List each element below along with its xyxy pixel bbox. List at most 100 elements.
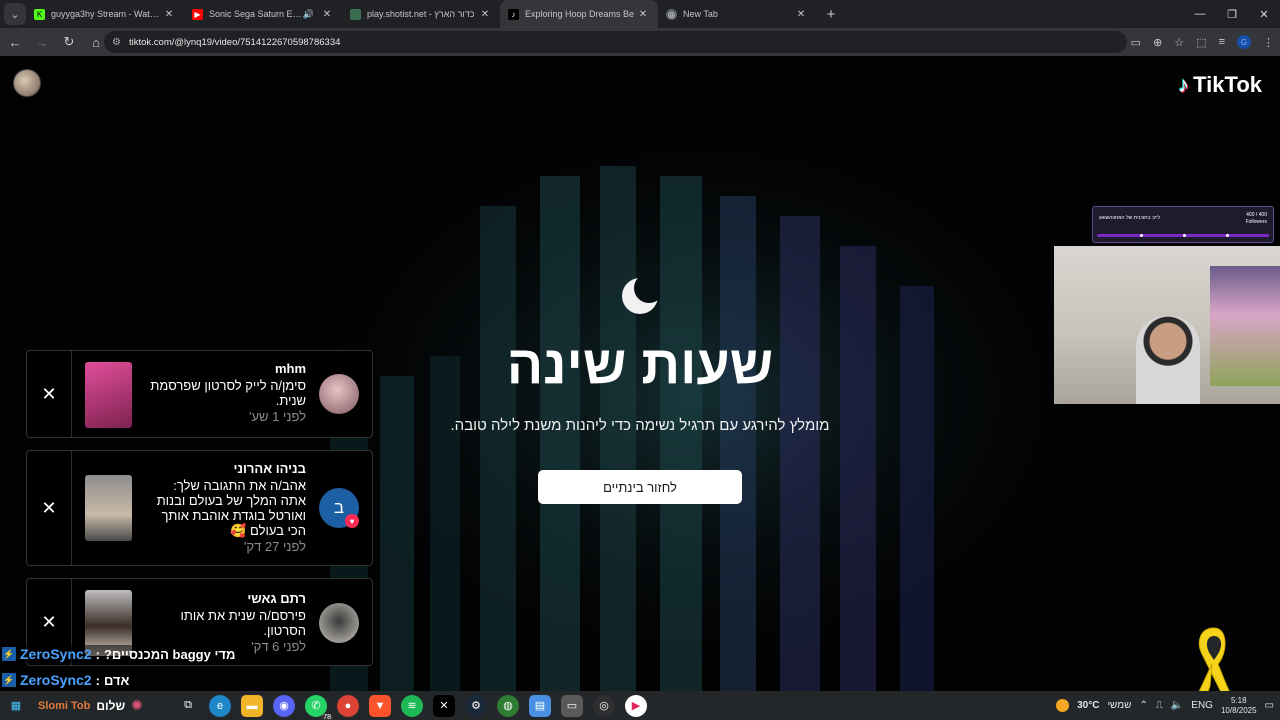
close-tab-icon[interactable]: ✕ [320, 9, 334, 20]
heart-icon: ♥ [345, 514, 359, 528]
notification-avatar[interactable] [319, 374, 359, 414]
address-bar[interactable]: ⚙ tiktok.com/@lynq19/video/7514122670598… [104, 31, 1127, 53]
tiktok-logo[interactable]: ♪ TikTok [1178, 72, 1262, 98]
media-player-icon[interactable]: ▶ [625, 694, 647, 717]
task-view-icon[interactable]: ⧉ [177, 695, 199, 717]
network-icon[interactable]: ⎍ [1156, 700, 1163, 711]
language-indicator[interactable]: ENG [1191, 700, 1213, 711]
webcam-shelf [1210, 266, 1280, 386]
notification-avatar[interactable] [319, 603, 359, 643]
notifications-icon[interactable]: ▭ [1265, 700, 1274, 711]
follower-goal-widget: לייב בתוכנית של האחווהשואג 400 / 400 Fol… [1092, 206, 1274, 243]
chat-message: ⚡ ZeroSync2 : מדי baggy המכנסיים? [2, 645, 242, 663]
tab-title: New Tab [683, 9, 718, 19]
toolbar-actions: ▭ ⊕ ☆ ⬚ ≡ G ⋮ [1131, 28, 1274, 56]
obs-icon[interactable]: ◎ [593, 694, 615, 717]
close-tab-icon[interactable]: ✕ [636, 9, 650, 20]
file-explorer-icon[interactable]: ▬ [241, 694, 263, 717]
notification-message: פירסם/ה שנית את אותו הסרטון. [180, 608, 306, 638]
cast-icon[interactable]: ▭ [1131, 36, 1141, 49]
tab-title: guyyga3hy Stream - Watch Live [51, 9, 162, 19]
video-thumbnail[interactable] [85, 475, 132, 541]
webcam-person [1136, 316, 1200, 404]
page-title: שעות שינה [506, 335, 774, 395]
tab-title: Sonic Sega Saturn Era Relax [209, 9, 303, 19]
notification-time: לפני 1 שע' [249, 409, 306, 424]
windows-taskbar: ▦ Slomi Tob שלום ✺ ⧉ e ▬ ◉ ✆ 78 ● ▼ ≋ ✕ ⚙… [0, 691, 1280, 720]
close-tab-icon[interactable]: ✕ [478, 9, 492, 20]
tab-title: Exploring Hoop Dreams Be [525, 9, 635, 19]
brave-icon[interactable]: ▼ [369, 694, 391, 717]
follower-progress-bar [1097, 234, 1269, 237]
spotify-icon[interactable]: ≋ [401, 694, 423, 717]
dismiss-icon[interactable]: ✕ [27, 451, 72, 565]
back-arrow-icon[interactable]: ← [3, 30, 27, 54]
webcam-feed [1054, 246, 1280, 404]
notification-user: רתם גאשי [247, 591, 306, 606]
back-for-now-button[interactable]: לחזור בינתיים [538, 470, 742, 504]
zoom-icon[interactable]: ⊕ [1153, 36, 1162, 49]
tab-strip: ⌄ K guyyga3hy Stream - Watch Live ✕ ▶ So… [0, 0, 1280, 28]
tab-3[interactable]: ♪ Exploring Hoop Dreams Be ✕ [500, 0, 658, 28]
search-tag: Slomi Tob [38, 699, 91, 712]
media-control-icon[interactable]: ≡ [1219, 36, 1225, 48]
follower-goal-title: לייב בתוכנית של האחווהשואג [1099, 215, 1161, 221]
tab-1[interactable]: ▶ Sonic Sega Saturn Era Relax 🔊 ✕ [184, 0, 342, 28]
speaker-icon[interactable]: 🔊 [303, 9, 314, 20]
user-avatar[interactable] [13, 69, 41, 97]
volume-icon[interactable]: 🔈 [1171, 700, 1183, 711]
notification-card[interactable]: ✕ mhm סימן/ה לייק לסרטון שפרסמת שנית. לפ… [26, 350, 373, 438]
clock[interactable]: 5:18 10/8/2025 [1221, 696, 1257, 716]
site-info-icon[interactable]: ⚙ [112, 37, 121, 48]
close-tab-icon[interactable]: ✕ [794, 9, 808, 20]
video-thumbnail[interactable] [85, 362, 132, 428]
url-text: tiktok.com/@lynq19/video/751412267059878… [128, 36, 341, 48]
edge-icon[interactable]: e [209, 694, 231, 717]
follower-label: Followers [1245, 219, 1267, 225]
profile-avatar[interactable]: G [1237, 35, 1251, 49]
earth-app-icon[interactable]: ◍ [497, 694, 519, 717]
dismiss-icon[interactable]: ✕ [27, 351, 72, 437]
tiktok-icon: ♪ [508, 8, 519, 20]
progress-marker [1183, 234, 1186, 237]
octopus-icon: ✺ [131, 697, 143, 713]
start-button[interactable]: ▦ [5, 695, 27, 717]
screen: { "browser": { "tabs": [ {"title": "guyy… [0, 0, 1280, 720]
whatsapp-icon[interactable]: ✆ 78 [305, 694, 333, 720]
tab-4[interactable]: ◎ New Tab ✕ [658, 0, 816, 28]
page-subtitle: מומלץ להירגע עם תרגיל נשימה כדי ליהנות מ… [450, 417, 830, 434]
app-window-icon[interactable]: ▭ [561, 694, 583, 717]
close-tab-icon[interactable]: ✕ [162, 9, 176, 20]
close-window-icon[interactable]: ✕ [1248, 0, 1280, 28]
taskbar-search[interactable]: Slomi Tob שלום ✺ [32, 695, 172, 717]
reload-icon[interactable]: ↻ [57, 30, 81, 54]
chrome-icon[interactable]: ● [337, 694, 359, 717]
notification-body: בניהו אהרוני אהב/ה את התגובה שלך: אתה המ… [146, 461, 306, 554]
tab-search-button[interactable]: ⌄ [4, 3, 26, 25]
tab-2[interactable]: play.shotist.net - כדור הארץ ✕ [342, 0, 500, 28]
discord-icon[interactable]: ◉ [273, 694, 295, 717]
bot-icon: ⚡ [2, 647, 16, 661]
notification-user: mhm [274, 361, 306, 376]
sun-weather-icon [1056, 699, 1070, 712]
chat-separator: : [95, 646, 100, 662]
chevron-up-icon[interactable]: ⌃ [1139, 700, 1147, 711]
bot-icon: ⚡ [2, 673, 16, 687]
steam-icon[interactable]: ⚙ [465, 694, 487, 717]
tab-title: play.shotist.net - כדור הארץ [367, 9, 475, 19]
chat-text: מדי baggy המכנסיים? [103, 646, 236, 662]
new-tab-button[interactable]: + [822, 6, 840, 23]
capcut-icon[interactable]: ✕ [433, 694, 455, 717]
notification-user: בניהו אהרוני [233, 461, 306, 476]
tab-0[interactable]: K guyyga3hy Stream - Watch Live ✕ [26, 0, 184, 28]
chrome-icon: ◎ [666, 8, 677, 20]
notification-body: mhm סימן/ה לייק לסרטון שפרסמת שנית. לפני… [146, 361, 306, 424]
forward-arrow-icon[interactable]: → [30, 30, 54, 54]
restore-icon[interactable]: ❐ [1216, 0, 1248, 28]
menu-kebab-icon[interactable]: ⋮ [1263, 36, 1274, 49]
minimize-icon[interactable]: — [1184, 0, 1216, 28]
notification-card[interactable]: ✕ בניהו אהרוני אהב/ה את התגובה שלך: אתה … [26, 450, 373, 566]
notes-app-icon[interactable]: ▤ [529, 694, 551, 717]
extensions-icon[interactable]: ⬚ [1196, 36, 1206, 49]
bookmark-star-icon[interactable]: ☆ [1174, 36, 1184, 49]
